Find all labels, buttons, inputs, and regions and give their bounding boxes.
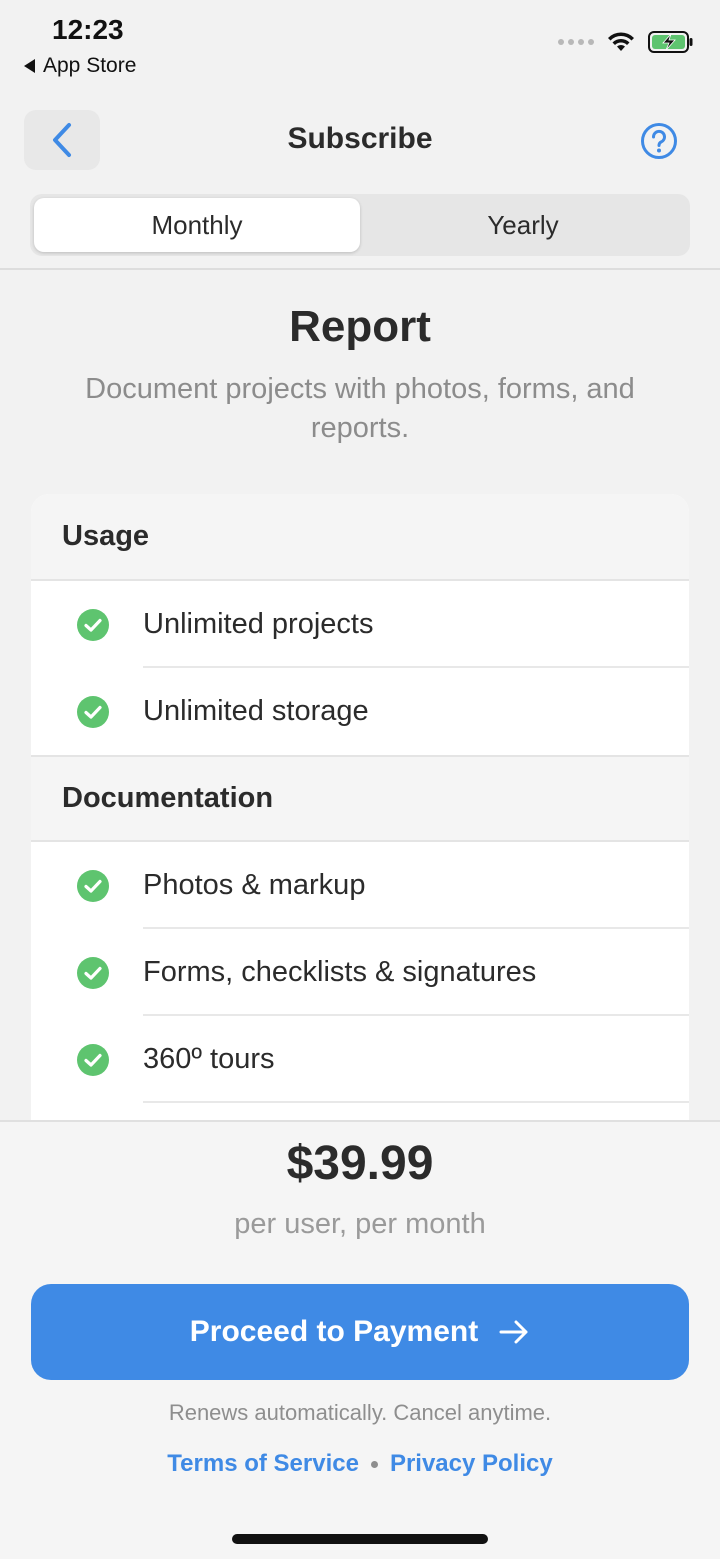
check-circle-icon [77, 957, 109, 989]
separator-dot [370, 1460, 378, 1468]
plan-description: Document projects with photos, forms, an… [85, 373, 635, 444]
battery-charging-icon [648, 31, 693, 53]
check-circle-icon [77, 1044, 109, 1076]
feature-item: Unlimited projects [31, 581, 689, 668]
back-triangle-icon [24, 59, 35, 73]
section-header-usage: Usage [31, 494, 689, 581]
price-period: per user, per month [234, 1208, 486, 1240]
feature-label: Unlimited storage [143, 695, 369, 727]
billing-period-toggle: Monthly Yearly [30, 194, 690, 256]
segment-yearly[interactable]: Yearly [360, 198, 686, 252]
status-bar: 12:23 App Store [0, 0, 720, 90]
pricing-footer: $39.99 per user, per month Proceed to Pa… [0, 1120, 720, 1559]
arrow-right-icon [499, 1320, 528, 1344]
feature-label: Unlimited projects [143, 608, 374, 640]
feature-item: Photos & markup [31, 842, 689, 929]
status-indicators [558, 30, 694, 54]
back-app-label: App Store [43, 54, 137, 77]
renewal-note: Renews automatically. Cancel anytime. [168, 1400, 552, 1425]
signal-dots-icon [558, 39, 594, 45]
page-title: Subscribe [287, 122, 433, 155]
plan-content[interactable]: Report Document projects with photos, fo… [0, 270, 720, 1120]
cta-label: Proceed to Payment [189, 1315, 479, 1348]
question-circle-icon [641, 123, 677, 159]
section-header-documentation: Documentation [31, 755, 689, 842]
subscribe-screen: 12:23 App Store Subscribe Monthly Yearly… [0, 0, 720, 1559]
price-amount: $39.99 [286, 1137, 434, 1190]
home-indicator[interactable] [232, 1534, 488, 1544]
wifi-icon [608, 32, 634, 51]
features-card: Usage Unlimited projects Unlimited stora… [31, 494, 689, 1120]
privacy-policy-link[interactable]: Privacy Policy [390, 1450, 553, 1478]
status-time: 12:23 [52, 14, 124, 45]
feature-label: Forms, checklists & signatures [143, 956, 537, 988]
segment-monthly[interactable]: Monthly [34, 198, 360, 252]
back-to-app-store[interactable]: App Store [24, 54, 136, 78]
proceed-to-payment-button[interactable]: Proceed to Payment [31, 1284, 689, 1380]
check-circle-icon [77, 609, 109, 641]
feature-label: Photos & markup [143, 869, 366, 901]
check-circle-icon [77, 696, 109, 728]
feature-item-partial [31, 1103, 689, 1120]
terms-of-service-link[interactable]: Terms of Service [167, 1450, 359, 1478]
feature-item: Unlimited storage [31, 668, 689, 755]
feature-item: 360º tours [31, 1016, 689, 1103]
legal-links: Terms of Service Privacy Policy [0, 1450, 720, 1478]
nav-bar: Subscribe [0, 100, 720, 180]
check-circle-icon [77, 870, 109, 902]
feature-item: Forms, checklists & signatures [31, 929, 689, 1016]
plan-name: Report [289, 302, 431, 351]
help-button[interactable] [640, 122, 678, 165]
feature-label: 360º tours [143, 1043, 275, 1075]
